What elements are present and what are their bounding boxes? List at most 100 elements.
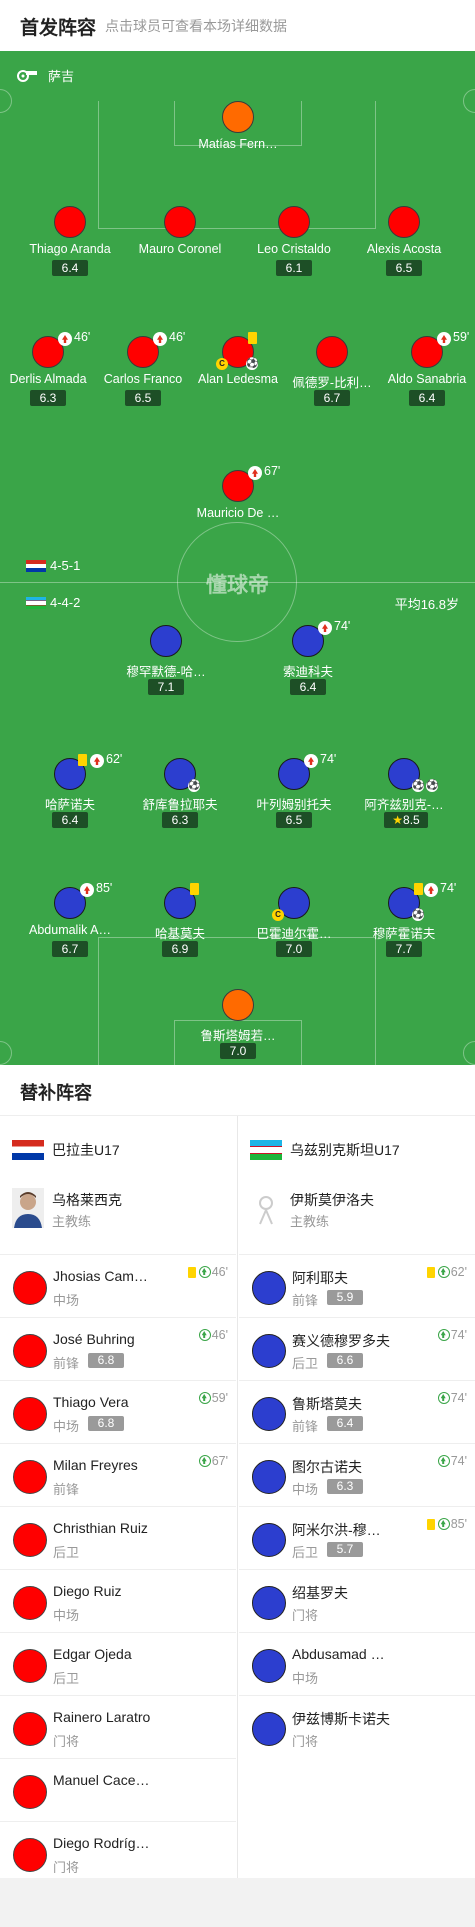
home-coach[interactable]: 乌格莱西克 主教练	[0, 1180, 230, 1240]
bench-player-position: 门将	[53, 1734, 80, 1749]
player-away-8[interactable]: 哈基莫夫 6.9	[132, 883, 228, 967]
player-home-3[interactable]: Mauro Coronel	[132, 206, 228, 286]
player-away-3[interactable]: 62' 哈萨诺夫 6.4	[22, 752, 122, 838]
bench-player-row[interactable]: Abdusamad … 中场	[239, 1632, 475, 1695]
player-home-10[interactable]: 59' Aldo Sanabria 6.4	[379, 330, 475, 416]
bench-player-row[interactable]: José Buhring 前锋 6.8 46'	[0, 1317, 236, 1380]
bench-player-row[interactable]: 伊兹博斯卡诺夫 门将	[239, 1695, 475, 1758]
sub-off-icon	[90, 754, 104, 768]
player-dot	[13, 1271, 47, 1305]
away-coach[interactable]: 伊斯莫伊洛夫 主教练	[238, 1180, 468, 1240]
sub-on-icon	[198, 1329, 211, 1341]
player-home-5[interactable]: Alexis Acosta 6.5	[356, 206, 452, 286]
player-name: Alan Ledesma	[198, 372, 278, 386]
sub-on: 74'	[437, 1391, 467, 1405]
player-away-1[interactable]: 穆罕默德-哈… 7.1	[118, 625, 214, 705]
sub-off-icon	[318, 621, 332, 635]
bench-title: 替补阵容	[20, 1083, 92, 1103]
player-dot	[222, 101, 254, 133]
player-rating: 6.3	[30, 390, 66, 406]
player-away-6[interactable]: ⚽ ⚽ 阿齐兹别克-… ★8.5	[356, 758, 452, 838]
player-away-7[interactable]: 85' Abdumalik A… 6.7	[22, 881, 118, 967]
sub-time: 74'	[320, 752, 337, 766]
bench-player-row[interactable]: Diego Rodríg… 门将	[0, 1821, 236, 1884]
bench-player-name: Diego Rodríg…	[53, 1835, 150, 1851]
player-home-7[interactable]: 46' Carlos Franco 6.5	[95, 330, 191, 416]
player-dot	[13, 1649, 47, 1683]
goal-ball-icon: ⚽	[426, 780, 439, 792]
bench-player-row[interactable]: 绍基罗夫 门将	[239, 1569, 475, 1632]
bench-player-row[interactable]: 阿米尔洪-穆… 后卫 5.7 85'	[239, 1506, 475, 1569]
page-subtitle: 点击球员可查看本场详细数据	[105, 18, 287, 34]
player-dot	[252, 1460, 286, 1494]
bench-player-name: José Buhring	[53, 1331, 135, 1347]
bench-player-name: Christhian Ruiz	[53, 1520, 148, 1536]
player-rating: 6.4	[52, 260, 88, 276]
bench-player-row[interactable]: Thiago Vera 中场 6.8 59'	[0, 1380, 236, 1443]
bench-player-row[interactable]: 图尔古诺夫 中场 6.3 74'	[239, 1443, 475, 1506]
sub-time: 67'	[211, 1454, 228, 1468]
bench-player-row[interactable]: Manuel Cace…	[0, 1758, 236, 1821]
player-away-5[interactable]: 74' 叶列姆别托夫 6.5	[246, 752, 342, 838]
player-name: Alexis Acosta	[366, 242, 442, 256]
player-name: 哈萨诺夫	[44, 798, 95, 812]
player-home-4[interactable]: Leo Cristaldo 6.1	[246, 206, 342, 286]
goal-ball-icon: ⚽	[246, 358, 259, 370]
player-home-2[interactable]: Thiago Aranda 6.4	[22, 206, 118, 286]
sub-time: 85'	[450, 1517, 467, 1531]
player-dot	[316, 336, 348, 368]
sub-time: 74'	[334, 619, 351, 633]
player-home-9[interactable]: 佩德罗-比利… 6.7	[284, 336, 380, 416]
uzbekistan-flag-icon	[26, 596, 46, 609]
sub-on-icon	[198, 1455, 211, 1467]
ball-icon: ⚽	[412, 909, 425, 921]
bench-player-position: 门将	[292, 1734, 319, 1749]
sub-on: 74'	[437, 1328, 467, 1342]
bench-player-position: 前锋	[53, 1356, 80, 1371]
player-dot	[150, 625, 182, 657]
player-dot	[13, 1397, 47, 1431]
star-icon: ★	[392, 813, 404, 827]
player-away-gk[interactable]: 鲁斯塔姆若… 7.0	[190, 989, 286, 1065]
player-away-10[interactable]: 74' ⚽ 穆萨霍诺夫 7.7	[356, 881, 456, 967]
sub-on-icon	[437, 1518, 450, 1530]
player-name: 舒库鲁拉耶夫	[142, 798, 218, 812]
player-home-8[interactable]: C ⚽ Alan Ledesma	[190, 332, 286, 416]
player-away-2[interactable]: 74' 索迪科夫 6.4	[260, 619, 356, 705]
player-home-gk[interactable]: Matías Fern…	[190, 101, 286, 181]
player-home-6[interactable]: 46' Derlis Almada 6.3	[0, 330, 96, 416]
watermark: 懂球帝	[206, 574, 269, 597]
bench-player-rating: 6.3	[327, 1479, 363, 1494]
yellow-card-icon	[78, 754, 87, 766]
bench-player-row[interactable]: 赛义德穆罗多夫 后卫 6.6 74'	[239, 1317, 475, 1380]
bench-player-row[interactable]: 阿利耶夫 前锋 5.9 62'	[239, 1254, 475, 1317]
bench-player-name: Thiago Vera	[53, 1394, 129, 1410]
player-name: 鲁斯塔姆若…	[200, 1029, 276, 1043]
player-away-4[interactable]: ⚽ 舒库鲁拉耶夫 6.3	[132, 758, 228, 838]
yellow-card-icon	[414, 883, 423, 895]
sub-on-icon	[437, 1266, 450, 1278]
bench-player-row[interactable]: Christhian Ruiz 后卫	[0, 1506, 236, 1569]
player-name: Carlos Franco	[103, 372, 183, 386]
bench-player-rating: 6.8	[88, 1353, 124, 1368]
bench-player-row[interactable]: 鲁斯塔莫夫 前锋 6.4 74'	[239, 1380, 475, 1443]
bench-player-row[interactable]: Rainero Laratro 门将	[0, 1695, 236, 1758]
bench-player-row[interactable]: Jhosias Cam… 中场 46'	[0, 1254, 236, 1317]
player-name: Mauro Coronel	[138, 242, 222, 256]
yellow-card-icon	[187, 1266, 196, 1278]
bench-section: 巴拉圭U17 乌兹别克斯坦U17 乌格莱西克 主教练 伊斯莫伊洛夫 主教练 Jh…	[0, 1116, 475, 1878]
bench-player-position: 中场	[292, 1671, 319, 1686]
sub-time: 46'	[211, 1328, 228, 1342]
bench-player-rating: 5.7	[327, 1542, 363, 1557]
player-home-11[interactable]: 67' Mauricio De …	[190, 464, 286, 550]
bench-player-name: 鲁斯塔莫夫	[292, 1396, 362, 1412]
coach-avatar	[12, 1188, 44, 1228]
bench-player-row[interactable]: Diego Ruiz 中场	[0, 1569, 236, 1632]
bench-player-name: Jhosias Cam…	[53, 1268, 148, 1284]
bench-player-row[interactable]: Milan Freyres 前锋 67'	[0, 1443, 236, 1506]
bench-header: 替补阵容	[0, 1065, 475, 1116]
player-name: Derlis Almada	[9, 372, 87, 386]
bench-player-row[interactable]: Edgar Ojeda 后卫	[0, 1632, 236, 1695]
player-away-9[interactable]: C 巴霍迪尔霍… 7.0	[246, 887, 342, 967]
player-dot	[252, 1397, 286, 1431]
